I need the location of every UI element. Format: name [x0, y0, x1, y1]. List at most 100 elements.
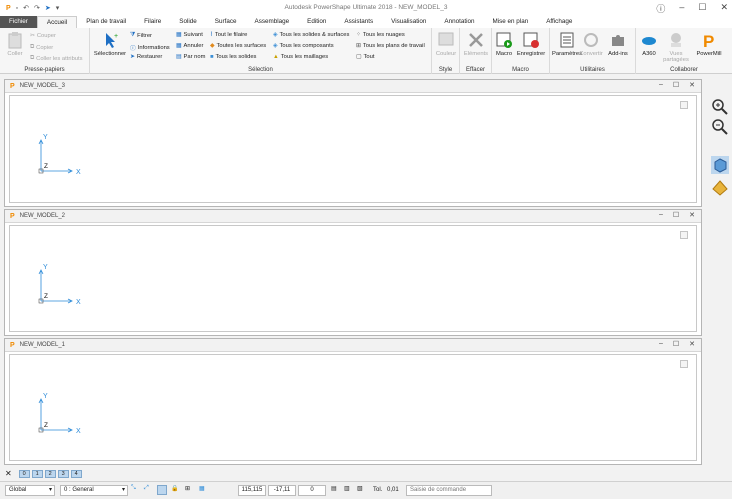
zoom-out-icon[interactable] — [711, 118, 729, 136]
coord-z-field[interactable]: 0 — [298, 485, 326, 496]
cursor-arrow-icon: + — [106, 33, 118, 48]
selectionner-button[interactable]: + Sélectionner — [92, 31, 128, 57]
axis-x-label: X — [76, 299, 81, 306]
coller-button[interactable]: Coller — [0, 31, 30, 57]
model-window-2[interactable]: P NEW_MODEL_2 – ☐ ✕ Y X Z — [4, 209, 702, 336]
maximize-icon[interactable]: ☐ — [673, 340, 679, 348]
relative-icon[interactable]: ▥ — [344, 485, 354, 495]
maximize-icon[interactable]: ☐ — [673, 81, 679, 89]
tab-plan-de-travail[interactable]: Plan de travail — [77, 16, 135, 28]
minimize-icon[interactable]: – — [659, 211, 663, 219]
graphics-viewport[interactable]: Y X Z — [9, 354, 697, 461]
close-icon[interactable]: ✕ — [720, 2, 728, 15]
grid-icon[interactable]: ▦ — [199, 485, 209, 495]
orient-icon[interactable]: ⤢ — [144, 485, 154, 495]
enregistrer-button[interactable]: Enregistrer — [514, 31, 548, 57]
grid-lock-icon[interactable]: ⊞ — [185, 485, 195, 495]
group-label: Utilitaires — [580, 67, 605, 73]
chevron-down-icon: ▾ — [121, 487, 125, 493]
maximize-icon[interactable]: ☐ — [673, 211, 679, 219]
toutes-surfaces-button[interactable]: ◆ Toutes les surfaces — [210, 43, 266, 49]
polar-icon[interactable]: ▧ — [357, 485, 367, 495]
model-tab[interactable]: 4 — [70, 469, 82, 478]
close-icon[interactable]: ✕ — [689, 340, 695, 348]
minimize-icon[interactable]: – — [679, 2, 684, 15]
command-input[interactable]: Saisie de commande — [406, 485, 492, 496]
workplane-select[interactable]: Global ▾ — [5, 485, 55, 496]
tab-annotation[interactable]: Annotation — [435, 16, 483, 28]
model-tab[interactable]: 3 — [57, 469, 69, 478]
delete-x-icon — [469, 33, 483, 47]
filter-icon: ⧩ — [130, 32, 136, 38]
axis-triad-icon: Y X Z — [38, 264, 81, 306]
tab-edition[interactable]: Edition — [298, 16, 335, 28]
model-tab[interactable]: 0 — [18, 469, 30, 478]
tout-filaire-button[interactable]: ⌇ Tout le filaire — [210, 32, 247, 38]
component-icon: ◈ — [273, 43, 278, 49]
help-icon[interactable]: ⓘ — [656, 2, 665, 15]
viewport-checkbox[interactable] — [680, 360, 688, 368]
tab-accueil[interactable]: Accueil — [36, 16, 78, 28]
graphics-viewport[interactable]: Y X Z — [9, 95, 697, 203]
snap-icon[interactable]: ⤡ — [131, 485, 141, 495]
tab-assemblage[interactable]: Assemblage — [246, 16, 299, 28]
viewport-checkbox[interactable] — [680, 101, 688, 109]
tous-solides-button[interactable]: ■ Tous les solides — [210, 54, 256, 60]
convertir-button[interactable]: Convertir — [578, 31, 604, 57]
filtrer-button[interactable]: ⧩ Filtrer — [130, 32, 152, 39]
tous-maillages-button[interactable]: ▲ Tous les maillages — [273, 54, 328, 60]
couper-button[interactable]: ✂ Couper — [30, 33, 56, 39]
par-nom-button[interactable]: ▤ Par nom — [176, 54, 205, 60]
model-window-1[interactable]: P NEW_MODEL_1 – ☐ ✕ Y X Z — [4, 338, 702, 465]
restaurer-button[interactable]: ➤ Restaurer — [130, 54, 162, 60]
coord-y-field[interactable]: -17,11 — [268, 485, 296, 496]
vues-partagees-button[interactable]: Vues partagées — [660, 31, 692, 63]
copier-button[interactable]: ⧉ Copier — [30, 44, 53, 51]
annuler-button[interactable]: ▦ Annuler — [176, 43, 203, 49]
shaded-view-icon[interactable] — [711, 179, 729, 197]
tab-filaire[interactable]: Filaire — [135, 16, 170, 28]
tab-mise-en-plan[interactable]: Mise en plan — [484, 16, 538, 28]
graphics-viewport[interactable]: Y X Z — [9, 225, 697, 332]
group-style: Couleur Style — [432, 28, 460, 74]
tab-fichier[interactable]: Fichier — [0, 16, 37, 28]
tous-composants-button[interactable]: ◈ Tous les composants — [273, 43, 334, 49]
tous-plans-button[interactable]: ⊞ Tous les plans de travail — [356, 43, 425, 49]
tout-button[interactable]: ▢ Tout — [356, 54, 374, 60]
minimize-icon[interactable]: – — [659, 81, 663, 89]
axis-triad-icon: Y X Z — [38, 393, 81, 435]
tous-nuages-button[interactable]: ⁘ Tous les nuages — [356, 32, 405, 38]
solides-surfaces-button[interactable]: ◈ Tous les solides & surfaces — [273, 32, 349, 38]
workplane-toggle-icon[interactable] — [157, 485, 167, 495]
level-select[interactable]: 0 : General ▾ — [60, 485, 128, 496]
suivant-button[interactable]: ▦ Suivant — [176, 32, 203, 38]
restore-cursor-icon: ➤ — [130, 54, 135, 60]
tab-affichage[interactable]: Affichage — [537, 16, 581, 28]
couleur-button[interactable]: Couleur — [429, 31, 463, 57]
tab-assistants[interactable]: Assistants — [335, 16, 382, 28]
coord-x-field[interactable]: 115,115 — [238, 485, 266, 496]
close-icon[interactable]: ✕ — [689, 211, 695, 219]
lock-icon[interactable]: 🔒 — [171, 485, 181, 495]
axis-y-label: Y — [43, 134, 48, 141]
model-tab[interactable]: 2 — [44, 469, 56, 478]
informations-button[interactable]: ⓘ Informations — [130, 43, 170, 53]
tab-surface[interactable]: Surface — [206, 16, 246, 28]
maximize-icon[interactable]: ☐ — [698, 2, 706, 15]
minimize-icon[interactable]: – — [659, 340, 663, 348]
tab-solide[interactable]: Solide — [170, 16, 206, 28]
zoom-in-icon[interactable] — [711, 98, 729, 116]
axis-triad-icon: Y X Z — [38, 134, 81, 176]
coller-attributs-button[interactable]: ⧉ Coller les attributs — [30, 55, 83, 62]
view-cube-icon[interactable] — [711, 156, 729, 174]
model-tab[interactable]: 1 — [31, 469, 43, 478]
close-icon[interactable]: ✕ — [5, 469, 12, 478]
add-ins-button[interactable]: Add-ins — [604, 31, 632, 57]
model-window-title: NEW_MODEL_3 — [19, 83, 66, 89]
viewport-checkbox[interactable] — [680, 231, 688, 239]
powermill-button[interactable]: P PowerMill — [692, 31, 726, 57]
model-window-3[interactable]: P NEW_MODEL_3 – ☐ ✕ Y X Z — [4, 79, 702, 207]
tab-visualisation[interactable]: Visualisation — [382, 16, 435, 28]
absolute-icon[interactable]: ▤ — [331, 485, 341, 495]
close-icon[interactable]: ✕ — [689, 81, 695, 89]
